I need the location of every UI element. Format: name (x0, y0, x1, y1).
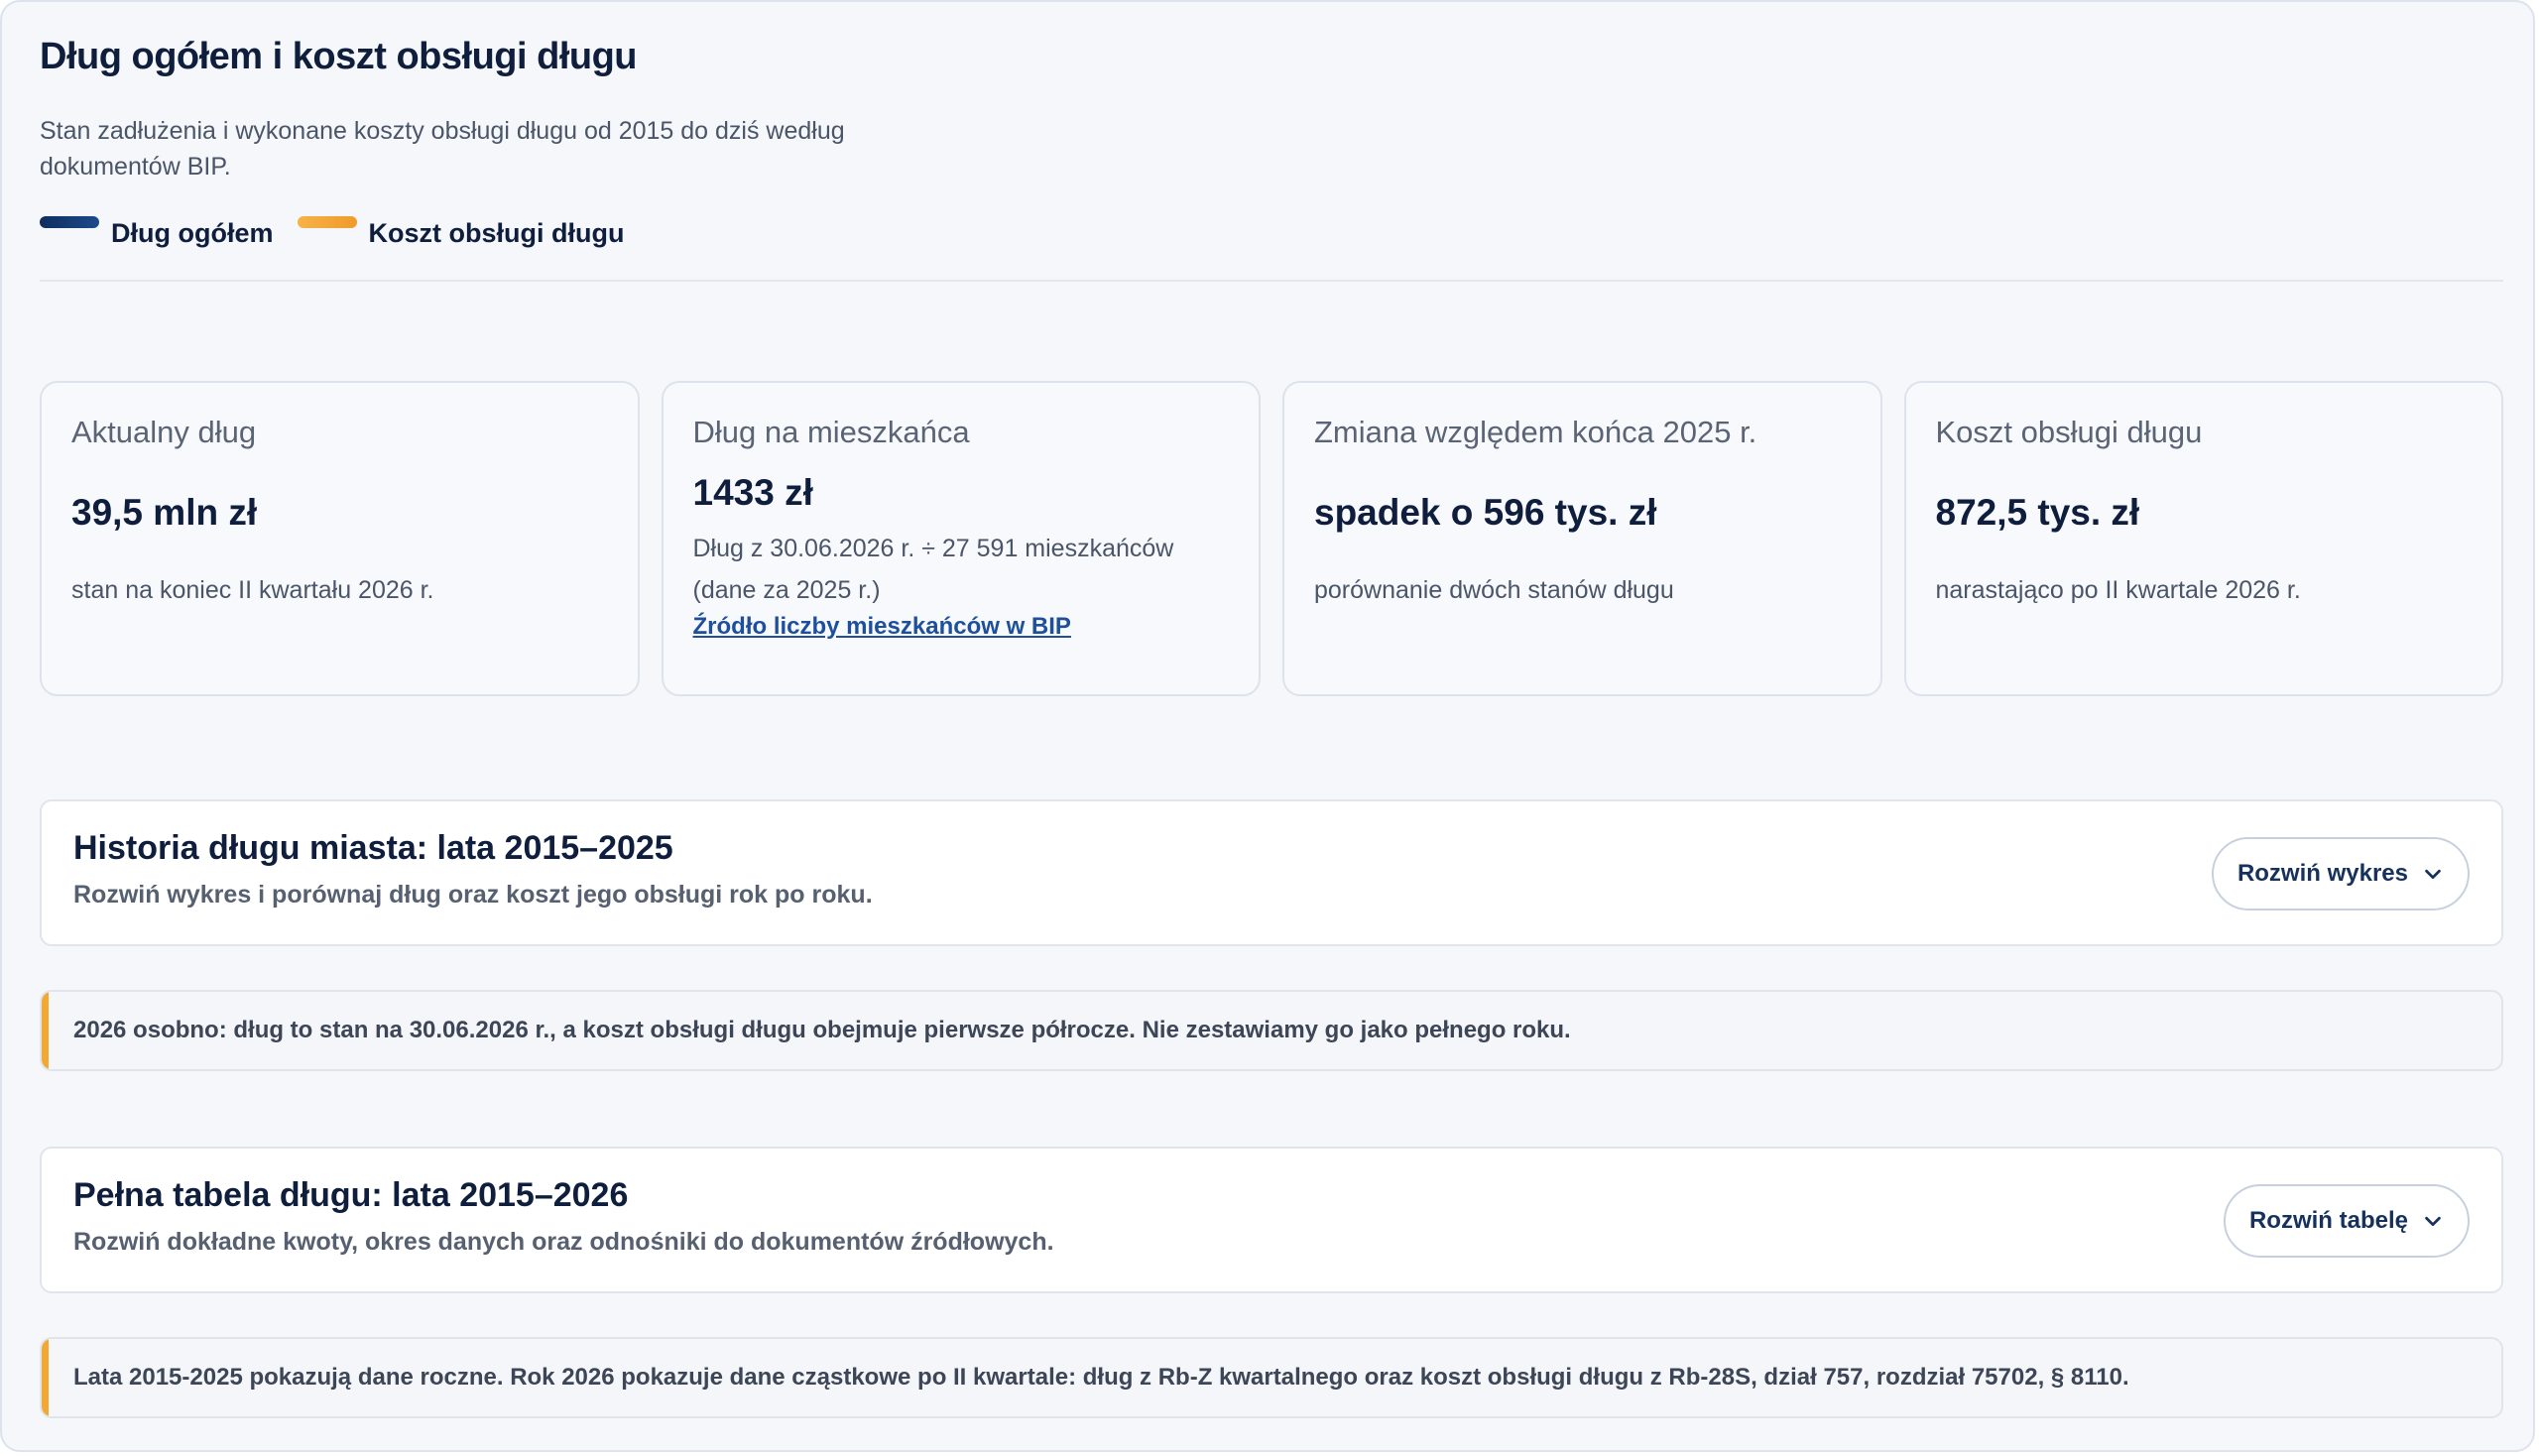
history-section: Historia długu miasta: lata 2015–2025 Ro… (40, 799, 2503, 946)
card-note: Dług z 30.06.2026 r. ÷ 27 591 mieszkańcó… (692, 535, 1174, 604)
note-text: Lata 2015-2025 pokazują dane roczne. Rok… (73, 1364, 2129, 1391)
legend-item-debt: Dług ogółem (40, 214, 274, 249)
card-note: narastająco po II kwartale 2026 r. (1935, 576, 2301, 604)
card-value: 39,5 mln zł (71, 492, 258, 533)
note-text: 2026 osobno: dług to stan na 30.06.2026 … (73, 1017, 1571, 1043)
card-value: 872,5 tys. zł (1935, 492, 2140, 533)
page-subtitle: Stan zadłużenia i wykonane koszty obsług… (40, 117, 845, 181)
stat-cards: Aktualny dług 39,5 mln zł stan na koniec… (40, 381, 2503, 696)
note-accent-bar (42, 1339, 49, 1416)
chevron-down-icon (2425, 1216, 2441, 1227)
note-data-periods: Lata 2015-2025 pokazują dane roczne. Rok… (40, 1337, 2503, 1418)
legend-swatch-cost (297, 216, 357, 228)
card-value: 1433 zł (692, 472, 813, 513)
table-section: Pełna tabela długu: lata 2015–2026 Rozwi… (40, 1147, 2503, 1293)
history-desc: Rozwiń wykres i porównaj dług oraz koszt… (73, 881, 873, 909)
card-change: Zmiana względem końca 2025 r. spadek o 5… (1282, 381, 1882, 696)
legend-label-debt: Dług ogółem (111, 218, 274, 248)
card-label: Aktualny dług (71, 415, 257, 449)
card-label: Koszt obsługi długu (1935, 415, 2203, 449)
expand-chart-button[interactable]: Rozwiń wykres (2211, 837, 2470, 910)
table-title: Pełna tabela długu: lata 2015–2026 (73, 1176, 629, 1214)
note-accent-bar (42, 992, 49, 1069)
card-current-debt: Aktualny dług 39,5 mln zł stan na koniec… (40, 381, 640, 696)
legend-item-cost: Koszt obsługi długu (297, 214, 625, 249)
chevron-down-icon (2425, 869, 2441, 880)
card-value: spadek o 596 tys. zł (1314, 492, 1657, 533)
legend: Dług ogółem Koszt obsługi długu (40, 214, 624, 249)
legend-swatch-debt (40, 216, 99, 228)
note-2026: 2026 osobno: dług to stan na 30.06.2026 … (40, 990, 2503, 1071)
card-debt-per-resident: Dług na mieszkańca 1433 zł Dług z 30.06.… (661, 381, 1261, 696)
expand-chart-label: Rozwiń wykres (2237, 860, 2408, 887)
card-debt-cost: Koszt obsługi długu 872,5 tys. zł narast… (1903, 381, 2503, 696)
card-note: porównanie dwóch stanów długu (1314, 576, 1674, 604)
legend-label-cost: Koszt obsługi długu (368, 218, 625, 248)
debt-panel: Dług ogółem i koszt obsługi długu Stan z… (0, 0, 2535, 1452)
divider (40, 280, 2503, 282)
expand-table-button[interactable]: Rozwiń tabelę (2223, 1184, 2470, 1258)
page-title: Dług ogółem i koszt obsługi długu (40, 36, 638, 77)
table-desc: Rozwiń dokładne kwoty, okres danych oraz… (73, 1228, 1054, 1256)
card-label: Dług na mieszkańca (692, 415, 970, 449)
history-title: Historia długu miasta: lata 2015–2025 (73, 829, 673, 867)
card-label: Zmiana względem końca 2025 r. (1314, 415, 1757, 449)
expand-table-label: Rozwiń tabelę (2248, 1207, 2408, 1234)
card-note: stan na koniec II kwartału 2026 r. (71, 576, 434, 604)
residents-source-link[interactable]: Źródło liczby mieszkańców w BIP (693, 613, 1230, 641)
